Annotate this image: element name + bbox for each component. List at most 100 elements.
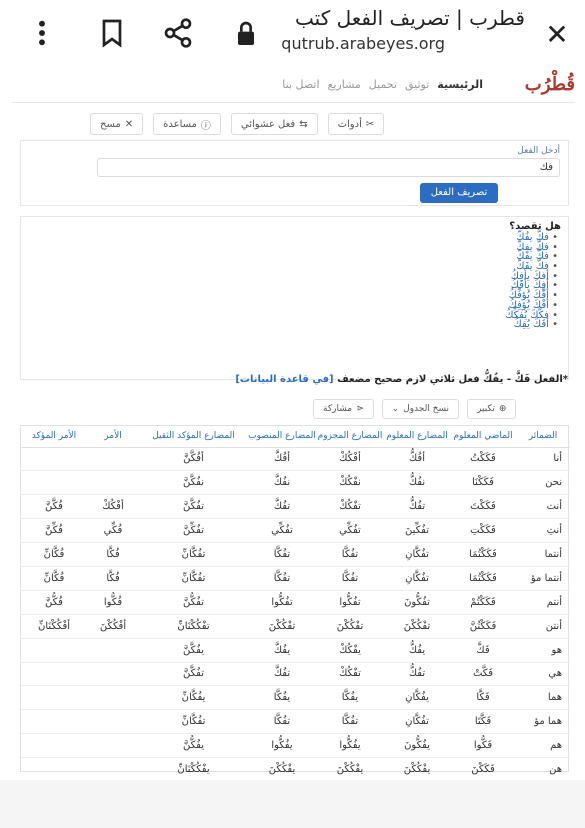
conjugation-cell: تفُكَّانِ <box>384 566 450 591</box>
clear-button[interactable]: ✕ مسح <box>90 113 144 135</box>
more-menu-icon[interactable] <box>26 17 58 49</box>
conjugation-cell: تفُكُّوا <box>316 590 384 615</box>
conjugation-cell: فَكُّوا <box>450 733 516 759</box>
database-note[interactable]: [في قاعدة البيانات] <box>235 374 333 385</box>
suggestions-title: هل تقصد؟ <box>509 221 561 232</box>
conjugation-cell: تفُكِّي <box>248 518 316 544</box>
conjugation-cell: تفُكَّانِ <box>384 542 450 567</box>
browser-top-bar: ✕ قطرب | تصريف الفعل كتب qutrub.arabeyes… <box>0 0 585 66</box>
page-footer-area <box>0 780 585 828</box>
table-row: هي فَكَّتْ تفُكُّ تفْكُكْ تفُكَّ تفُكَّنَّ <box>21 662 570 687</box>
column-header: الأمر المؤكد <box>21 426 87 448</box>
conjugation-cell: فَكَّتَا <box>450 709 516 735</box>
pronoun-cell: هو <box>516 638 570 663</box>
close-icon[interactable]: ✕ <box>540 18 574 52</box>
zoom-button[interactable]: ⊕ تكبير <box>467 399 517 419</box>
share-table-button[interactable]: ⋖ مشاركة <box>313 399 374 419</box>
conjugation-cell: أفُكَّ <box>248 447 316 472</box>
conjugation-cell <box>87 470 139 496</box>
page-url: qutrub.arabeyes.org <box>281 34 445 53</box>
conjugation-cell: يفُكَّا <box>316 685 384 711</box>
conjugation-cell: يفُكُّوا <box>316 733 384 759</box>
nav-link-projects[interactable]: مشاريع <box>328 78 361 91</box>
nav-link-docs[interactable]: توثيق <box>405 78 429 91</box>
conjugation-cell: فُكُّوا <box>87 590 139 615</box>
table-row: أنت فَكَكْتَ تفُكُّ تفْكُكْ تفُكَّ تفُكَّنَّ أ… <box>21 494 570 520</box>
table-row: أنا فَكَكْتُ أفُكُّ أفْكُكْ أفُكَّ أفُكَّنَّ <box>21 447 570 472</box>
conjugation-cell: فَكَكْتُنَّ <box>450 614 516 639</box>
share-icon[interactable] <box>162 17 194 49</box>
conjugation-cell: تفُكَّ <box>248 494 316 520</box>
table-row: أنتن فَكَكْتُنَّ تفْكُكْنَ تفْكُكْنَ تفْكُكْ… <box>21 614 570 639</box>
table-row: هما مؤ فَكَّتَا تفُكَّانِ تفُكَّا تفُكَّا تفُ… <box>21 709 570 735</box>
share-label: مشاركة <box>323 404 353 414</box>
nav-link-contact[interactable]: اتصل بنا <box>282 78 319 91</box>
conjugation-table: الضمائر الماضي المعلوم المضارع المعلوم ا… <box>20 425 570 775</box>
table-row: هو فَكَّ يفُكُّ يفْكُكْ يفُكَّ يفُكَّنَّ <box>21 638 570 663</box>
conjugation-cell: فَكَكْنَ <box>471 764 495 776</box>
conjugate-button[interactable]: تصريف الفعل <box>420 183 498 203</box>
table-row: هم فَكُّوا يفُكُّونَ يفُكُّوا يفُكُّوا يفُكُّ… <box>21 733 570 759</box>
conjugation-cell: فُكِّي <box>87 518 139 544</box>
table-row: نحن فَكَكْنَا نفُكُّ نفْكُكْ نفُكَّ نفُكَّنَّ <box>21 470 570 496</box>
verb-input-panel: أدخل الفعل فك تصريف الفعل <box>20 140 569 206</box>
column-header: المضارع المعلوم <box>384 426 450 448</box>
verb-input-label: أدخل الفعل <box>517 146 560 156</box>
suggestion-link[interactable]: أفَكَ يُفِكُ <box>505 320 558 330</box>
conjugation-cell: يفُكُّوا <box>248 733 316 759</box>
conjugation-cell: يفْكُكْنَانِّ <box>177 764 210 776</box>
verb-result-heading: *الفعل فَكَّ - يفُكُّ فعل ثلاثي لازم صحي… <box>235 374 568 385</box>
conjugation-cell: نفُكُّ <box>384 470 450 496</box>
conjugation-cell: يفْكُكْنَ <box>268 764 296 776</box>
conjugation-cell: فَكَّتْ <box>450 662 516 687</box>
pronoun-cell: أنتم <box>516 590 570 615</box>
tools-label: أدوات <box>337 118 362 130</box>
pronoun-cell: أنتن <box>516 614 570 639</box>
tools-button[interactable]: ✂ أدوات <box>327 113 385 135</box>
nav-link-home[interactable]: الرئيسية <box>437 78 483 91</box>
table-row: هن فَكَكْنَ يفْكُكْنَ يفْكُكْنَ يفْكُكْنَ يفْ… <box>21 758 570 782</box>
bookmark-icon[interactable] <box>96 17 128 49</box>
conjugation-cell: يفُكُّ <box>384 638 450 663</box>
conjugation-cell: تفْكُكْ <box>316 662 384 687</box>
conjugation-cell <box>21 447 87 472</box>
conjugation-cell: تفْكُكْنَانِّ <box>139 614 248 639</box>
conjugation-cell: تفُكِّنَّ <box>139 518 248 544</box>
conjugation-cell <box>21 638 87 663</box>
table-row: هما فَكَّا يفُكَّانِ يفُكَّا يفُكَّا يفُكَّان… <box>21 685 570 711</box>
chevron-down-icon: ⌄ <box>391 404 400 414</box>
page-title: قطرب | تصريف الفعل كتب <box>295 6 525 30</box>
random-verb-label: فعل عشوائي <box>240 118 296 130</box>
conjugation-cell: تفُكَّانِ <box>384 709 450 735</box>
pronoun-cell: أنت <box>516 494 570 520</box>
column-header: الأمر <box>87 426 139 448</box>
nav-link-download[interactable]: تحميل <box>369 78 397 91</box>
site-logo[interactable]: قُطْرُب <box>525 74 575 95</box>
conjugation-cell: تفُكُّ <box>384 494 450 520</box>
conjugation-cell: أفْكُكْ <box>87 494 139 520</box>
conjugation-cell: أفُكُّ <box>384 447 450 472</box>
pronoun-cell: أنا <box>516 447 570 472</box>
conjugation-cell: نفْكُكْ <box>316 470 384 496</box>
verb-input[interactable]: فك <box>97 158 560 177</box>
conjugation-cell: يفُكُّنَّ <box>139 733 248 759</box>
table-header-row: الضمائر الماضي المعلوم المضارع المعلوم ا… <box>21 426 570 448</box>
share-icon: ⋖ <box>356 404 364 414</box>
conjugation-cell: يفُكَّانِ <box>384 685 450 711</box>
conjugation-cell <box>21 662 87 687</box>
conjugation-cell: تفُكَّا <box>316 566 384 591</box>
conjugation-cell: تفُكَّا <box>248 566 316 591</box>
random-verb-button[interactable]: ⇆ فعل عشوائي <box>230 113 318 135</box>
suggestions-list: فكَّ يفُكّ فكَّ يفِكّ فكَّ يفَكّ فكَّ يف… <box>505 233 558 330</box>
copy-table-dropdown[interactable]: نسخ الجدول ⌄ <box>381 399 460 419</box>
conjugation-cell: فَكَكْنَا <box>450 470 516 496</box>
pronoun-cell: أنتِ <box>516 518 570 544</box>
conjugation-cell: فَكَكْتِ <box>450 518 516 544</box>
conjugation-cell: يفُكَّنَّ <box>139 638 248 663</box>
conjugation-cell: تفُكُّونَ <box>384 590 450 615</box>
conjugation-cell: فَكَكْتُ <box>450 447 516 472</box>
conjugation-cell: فُكَّانِّ <box>21 542 87 567</box>
help-button[interactable]: ⓘ مساعدة <box>153 113 221 135</box>
clear-label: مسح <box>100 118 121 130</box>
pronoun-cell: هم <box>516 733 570 759</box>
